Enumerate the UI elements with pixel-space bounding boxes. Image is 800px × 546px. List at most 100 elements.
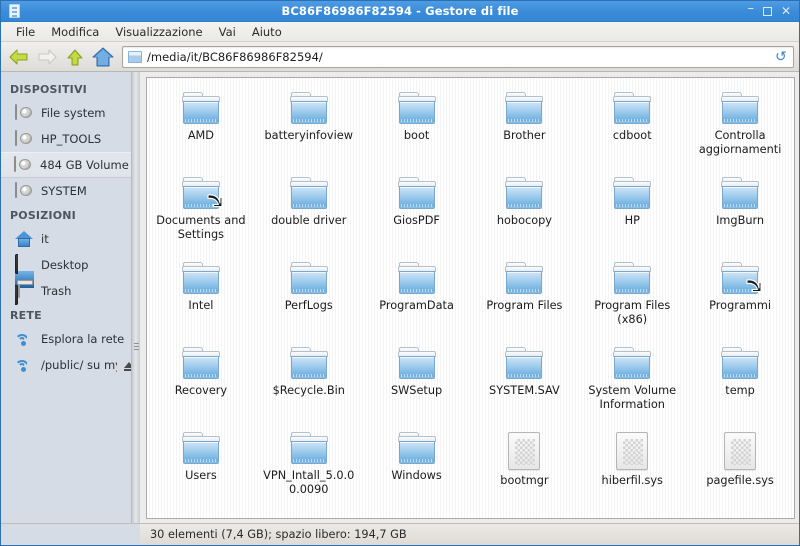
item-label: bootmgr bbox=[500, 474, 549, 487]
drive-icon bbox=[14, 155, 33, 174]
item-label: GiosPDF bbox=[393, 214, 440, 227]
sidebar-scrollbar[interactable] bbox=[131, 72, 140, 523]
folder-item[interactable]: Programmi bbox=[686, 256, 794, 341]
folder-item[interactable]: boot bbox=[363, 86, 471, 171]
item-label: batteryinfoview bbox=[264, 129, 353, 142]
home-button[interactable] bbox=[90, 44, 116, 70]
item-label: Windows bbox=[391, 469, 442, 482]
folder-item[interactable]: SYSTEM.SAV bbox=[471, 341, 579, 426]
item-label: double driver bbox=[271, 214, 347, 227]
folder-item[interactable]: Program Files (x86) bbox=[578, 256, 686, 341]
folder-item[interactable]: AMD bbox=[147, 86, 255, 171]
file-item[interactable]: bootmgr bbox=[471, 426, 579, 511]
sidebar-item-esplora-la-rete[interactable]: Esplora la rete bbox=[1, 326, 140, 352]
sidebar-group-dispositivi: DISPOSITIVI bbox=[10, 83, 87, 96]
folder-item[interactable]: temp bbox=[686, 341, 794, 426]
folder-item[interactable]: System Volume Information bbox=[578, 341, 686, 426]
folder-icon bbox=[504, 177, 544, 210]
folder-item[interactable]: Users bbox=[147, 426, 255, 511]
folder-item[interactable]: Intel bbox=[147, 256, 255, 341]
folder-item[interactable]: HP bbox=[578, 171, 686, 256]
folder-icon bbox=[720, 92, 760, 125]
item-label: SYSTEM.SAV bbox=[489, 384, 560, 397]
item-label: Intel bbox=[188, 299, 214, 312]
file-item[interactable]: hiberfil.sys bbox=[578, 426, 686, 511]
folder-item[interactable]: VPN_Intall_5.0.00.0090 bbox=[255, 426, 363, 511]
minimize-icon[interactable]: – bbox=[747, 2, 754, 15]
folder-item[interactable]: batteryinfoview bbox=[255, 86, 363, 171]
sidebar-item-file-system[interactable]: File system bbox=[1, 100, 140, 126]
sidebar-item-it[interactable]: it bbox=[1, 226, 140, 252]
item-label: Documents and Settings bbox=[156, 214, 246, 241]
path-bar[interactable]: /media/it/BC86F86986F82594/ ↻ bbox=[122, 45, 794, 68]
folder-item[interactable]: Controlla aggiornamenti bbox=[686, 86, 794, 171]
sidebar-item-484-gb-volume[interactable]: 484 GB Volume bbox=[1, 152, 140, 178]
sidebar-item-label: SYSTEM bbox=[41, 184, 87, 198]
folder-item[interactable]: GiosPDF bbox=[363, 171, 471, 256]
up-button[interactable] bbox=[62, 44, 88, 70]
item-label: cdboot bbox=[612, 129, 652, 142]
menu-vai[interactable]: Vai bbox=[211, 23, 244, 41]
folder-item[interactable]: ProgramData bbox=[363, 256, 471, 341]
folder-icon bbox=[720, 347, 760, 380]
folder-item[interactable]: ImgBurn bbox=[686, 171, 794, 256]
folder-icon bbox=[397, 92, 437, 125]
folder-item[interactable]: Brother bbox=[471, 86, 579, 171]
folder-icon bbox=[181, 262, 221, 295]
sidebar-item-hp-tools[interactable]: HP_TOOLS bbox=[1, 126, 140, 152]
folder-item[interactable]: double driver bbox=[255, 171, 363, 256]
sidebar-item-system[interactable]: SYSTEM bbox=[1, 178, 140, 204]
folder-item[interactable]: Windows bbox=[363, 426, 471, 511]
item-label: hobocopy bbox=[496, 214, 552, 227]
file-item[interactable]: pagefile.sys bbox=[686, 426, 794, 511]
folder-item[interactable]: cdboot bbox=[578, 86, 686, 171]
status-bar-sidebar-filler bbox=[1, 524, 140, 545]
folder-icon bbox=[397, 347, 437, 380]
unknown-file-icon bbox=[508, 432, 541, 470]
folder-icon bbox=[504, 92, 544, 125]
sidebar-item-desktop[interactable]: Desktop bbox=[1, 252, 140, 305]
sidebar-item-trash[interactable]: Trash bbox=[1, 278, 140, 304]
toolbar: /media/it/BC86F86986F82594/ ↻ bbox=[1, 42, 799, 72]
forward-button[interactable] bbox=[34, 44, 60, 70]
unknown-file-icon bbox=[724, 432, 757, 470]
folder-icon bbox=[289, 177, 329, 210]
file-list-pane[interactable]: AMD batteryinfoview boot Brother cdboot Contr… bbox=[146, 77, 795, 519]
arrow-up-icon bbox=[67, 49, 83, 65]
folder-item[interactable]: SWSetup bbox=[363, 341, 471, 426]
drive-icon bbox=[15, 129, 34, 148]
folder-item[interactable]: hobocopy bbox=[471, 171, 579, 256]
sidebar-item-label: /public/ su my… bbox=[41, 358, 117, 372]
folder-icon bbox=[181, 92, 221, 125]
item-label: ImgBurn bbox=[716, 214, 765, 227]
item-label: PerfLogs bbox=[284, 299, 333, 312]
item-label: VPN_Intall_5.0.00.0090 bbox=[263, 469, 355, 496]
menu-aiuto[interactable]: Aiuto bbox=[244, 23, 290, 41]
menu-visualizzazione[interactable]: Visualizzazione bbox=[107, 23, 210, 41]
folder-icon bbox=[397, 262, 437, 295]
back-button[interactable] bbox=[6, 44, 32, 70]
folder-icon bbox=[504, 347, 544, 380]
folder-item[interactable]: Program Files bbox=[471, 256, 579, 341]
refresh-icon[interactable]: ↻ bbox=[775, 49, 787, 65]
folder-item[interactable]: Documents and Settings bbox=[147, 171, 255, 256]
sidebar-item-label: File system bbox=[41, 106, 106, 120]
arrow-right-icon bbox=[38, 49, 57, 64]
folder-icon bbox=[289, 262, 329, 295]
item-label: ProgramData bbox=[379, 299, 454, 312]
folder-item[interactable]: PerfLogs bbox=[255, 256, 363, 341]
folder-icon bbox=[289, 432, 329, 465]
path-input[interactable]: /media/it/BC86F86986F82594/ bbox=[147, 50, 323, 64]
maximize-icon[interactable] bbox=[762, 6, 772, 16]
close-icon[interactable]: ✕ bbox=[781, 5, 791, 17]
folder-icon bbox=[181, 177, 223, 210]
menu-modifica[interactable]: Modifica bbox=[43, 23, 107, 41]
folder-icon bbox=[181, 432, 221, 465]
item-label: Program Files (x86) bbox=[594, 299, 671, 326]
sidebar-item-public-share[interactable]: /public/ su my… bbox=[1, 352, 140, 378]
menu-file[interactable]: File bbox=[8, 23, 43, 41]
sidebar-item-label: HP_TOOLS bbox=[41, 132, 102, 146]
folder-item[interactable]: $Recycle.Bin bbox=[255, 341, 363, 426]
folder-item[interactable]: Recovery bbox=[147, 341, 255, 426]
folder-icon bbox=[720, 177, 760, 210]
